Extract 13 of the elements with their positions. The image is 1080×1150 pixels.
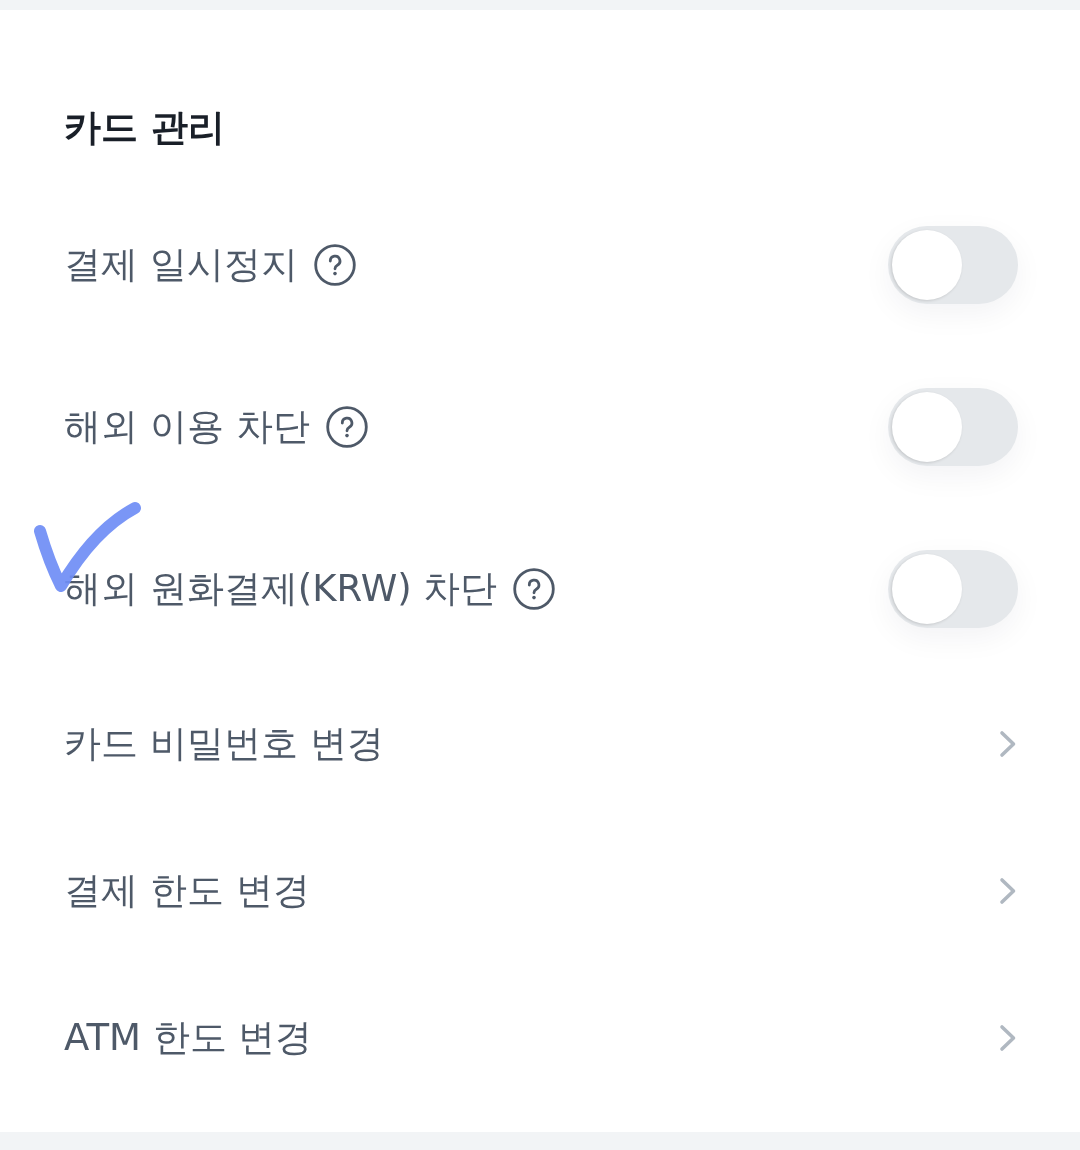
section-title: 카드 관리 [64, 105, 225, 151]
menu-item[interactable]: 카드 비밀번호 변경 [64, 670, 1018, 817]
menu-item[interactable]: 결제 한도 변경 [64, 817, 1018, 964]
setting-label: 해외 이용 차단 [64, 404, 310, 450]
menu-item[interactable]: ATM 한도 변경 [64, 964, 1018, 1111]
setting-label: 결제 일시정지 [64, 242, 298, 288]
setting-label: 해외 원화결제(KRW) 차단 [64, 566, 498, 612]
help-icon[interactable] [325, 406, 368, 448]
chevron-right-icon [999, 729, 1017, 758]
help-icon[interactable] [313, 244, 356, 286]
help-icon[interactable] [513, 568, 556, 610]
chevron-right-icon [999, 1023, 1017, 1052]
chevron-right-icon [999, 876, 1017, 905]
